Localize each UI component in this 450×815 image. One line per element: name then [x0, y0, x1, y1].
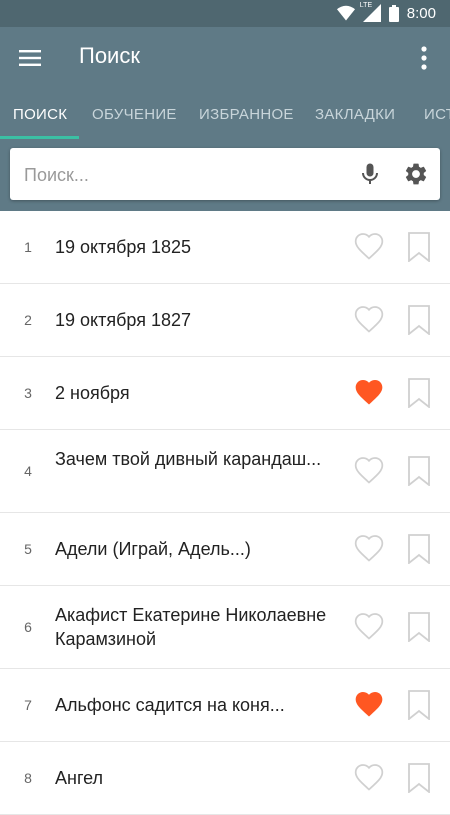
list-item[interactable]: 6 Акафист Екатерине Николаевне Карамзиной — [0, 586, 450, 669]
page-title: Поиск — [79, 43, 140, 68]
list-item[interactable]: 3 2 ноября — [0, 357, 450, 430]
bookmark-icon[interactable] — [406, 612, 432, 642]
bookmark-icon[interactable] — [406, 763, 432, 793]
heart-outline-icon[interactable] — [351, 532, 387, 564]
heart-outline-icon[interactable] — [351, 610, 387, 642]
item-number: 2 — [24, 312, 32, 328]
heart-outline-icon[interactable] — [351, 303, 387, 335]
app-toolbar: Поиск — [0, 27, 450, 89]
list-item[interactable]: 1 19 октября 1825 — [0, 211, 450, 284]
tab-bar: ПОИСК ОБУЧЕНИЕ ИЗБРАННОЕ ЗАКЛАДКИ ИСТ — [0, 89, 450, 139]
list-item[interactable]: 7 Альфонс садится на коня... — [0, 669, 450, 742]
network-label: LTE — [359, 2, 373, 9]
bookmark-icon[interactable] — [406, 534, 432, 564]
bookmark-icon[interactable] — [406, 378, 432, 408]
more-options-icon[interactable] — [412, 45, 436, 71]
item-title: 2 ноября — [55, 383, 130, 403]
item-number: 4 — [24, 463, 32, 479]
item-number: 8 — [24, 770, 32, 786]
item-title: Адели (Играй, Адель...) — [55, 539, 251, 559]
tab-learning[interactable]: ОБУЧЕНИЕ — [92, 106, 177, 123]
bookmark-icon[interactable] — [406, 456, 432, 486]
item-title: Альфонс садится на коня... — [55, 695, 285, 715]
list-item[interactable]: 2 19 октября 1827 — [0, 284, 450, 357]
clock: 8:00 — [406, 4, 436, 22]
bookmark-icon[interactable] — [406, 305, 432, 335]
item-title: Акафист Екатерине Николаевне Карамзиной — [55, 605, 327, 649]
search-input[interactable] — [22, 160, 346, 190]
status-icons: LTE 8:00 — [336, 2, 436, 22]
bookmark-icon[interactable] — [406, 690, 432, 720]
search-area — [0, 139, 450, 211]
heart-filled-icon[interactable] — [351, 688, 387, 720]
status-bar: LTE 8:00 — [0, 0, 450, 27]
bookmark-icon[interactable] — [406, 232, 432, 262]
heart-outline-icon[interactable] — [351, 761, 387, 793]
item-number: 5 — [24, 541, 32, 557]
heart-filled-icon[interactable] — [351, 376, 387, 408]
item-title: 19 октября 1825 — [55, 237, 192, 257]
tab-history[interactable]: ИСТ — [424, 106, 450, 123]
list-item[interactable]: 4 Зачем твой дивный карандаш... — [0, 430, 450, 513]
results-list: 1 19 октября 1825 2 19 октября 1827 3 2 ноябр… — [0, 211, 450, 815]
item-title: Ангел — [55, 768, 104, 788]
search-box — [10, 148, 440, 200]
item-number: 3 — [24, 385, 32, 401]
item-title: 19 октября 1827 — [55, 310, 192, 330]
settings-gear-icon[interactable] — [403, 161, 429, 187]
heart-outline-icon[interactable] — [351, 230, 387, 262]
list-item[interactable]: 5 Адели (Играй, Адель...) — [0, 513, 450, 586]
tab-bookmarks[interactable]: ЗАКЛАДКИ — [315, 106, 395, 123]
menu-icon[interactable] — [18, 46, 42, 70]
tab-favorites[interactable]: ИЗБРАННОЕ — [199, 106, 294, 123]
battery-icon — [388, 4, 399, 22]
item-number: 6 — [24, 619, 32, 635]
item-title: Зачем твой дивный карандаш... — [55, 449, 322, 469]
microphone-icon[interactable] — [358, 162, 382, 186]
list-item[interactable]: 8 Ангел — [0, 742, 450, 815]
signal-icon: LTE — [359, 2, 381, 22]
item-number: 1 — [24, 239, 32, 255]
item-number: 7 — [24, 697, 32, 713]
tab-search[interactable]: ПОИСК — [13, 106, 67, 123]
heart-outline-icon[interactable] — [351, 454, 387, 486]
wifi-icon — [336, 5, 355, 21]
